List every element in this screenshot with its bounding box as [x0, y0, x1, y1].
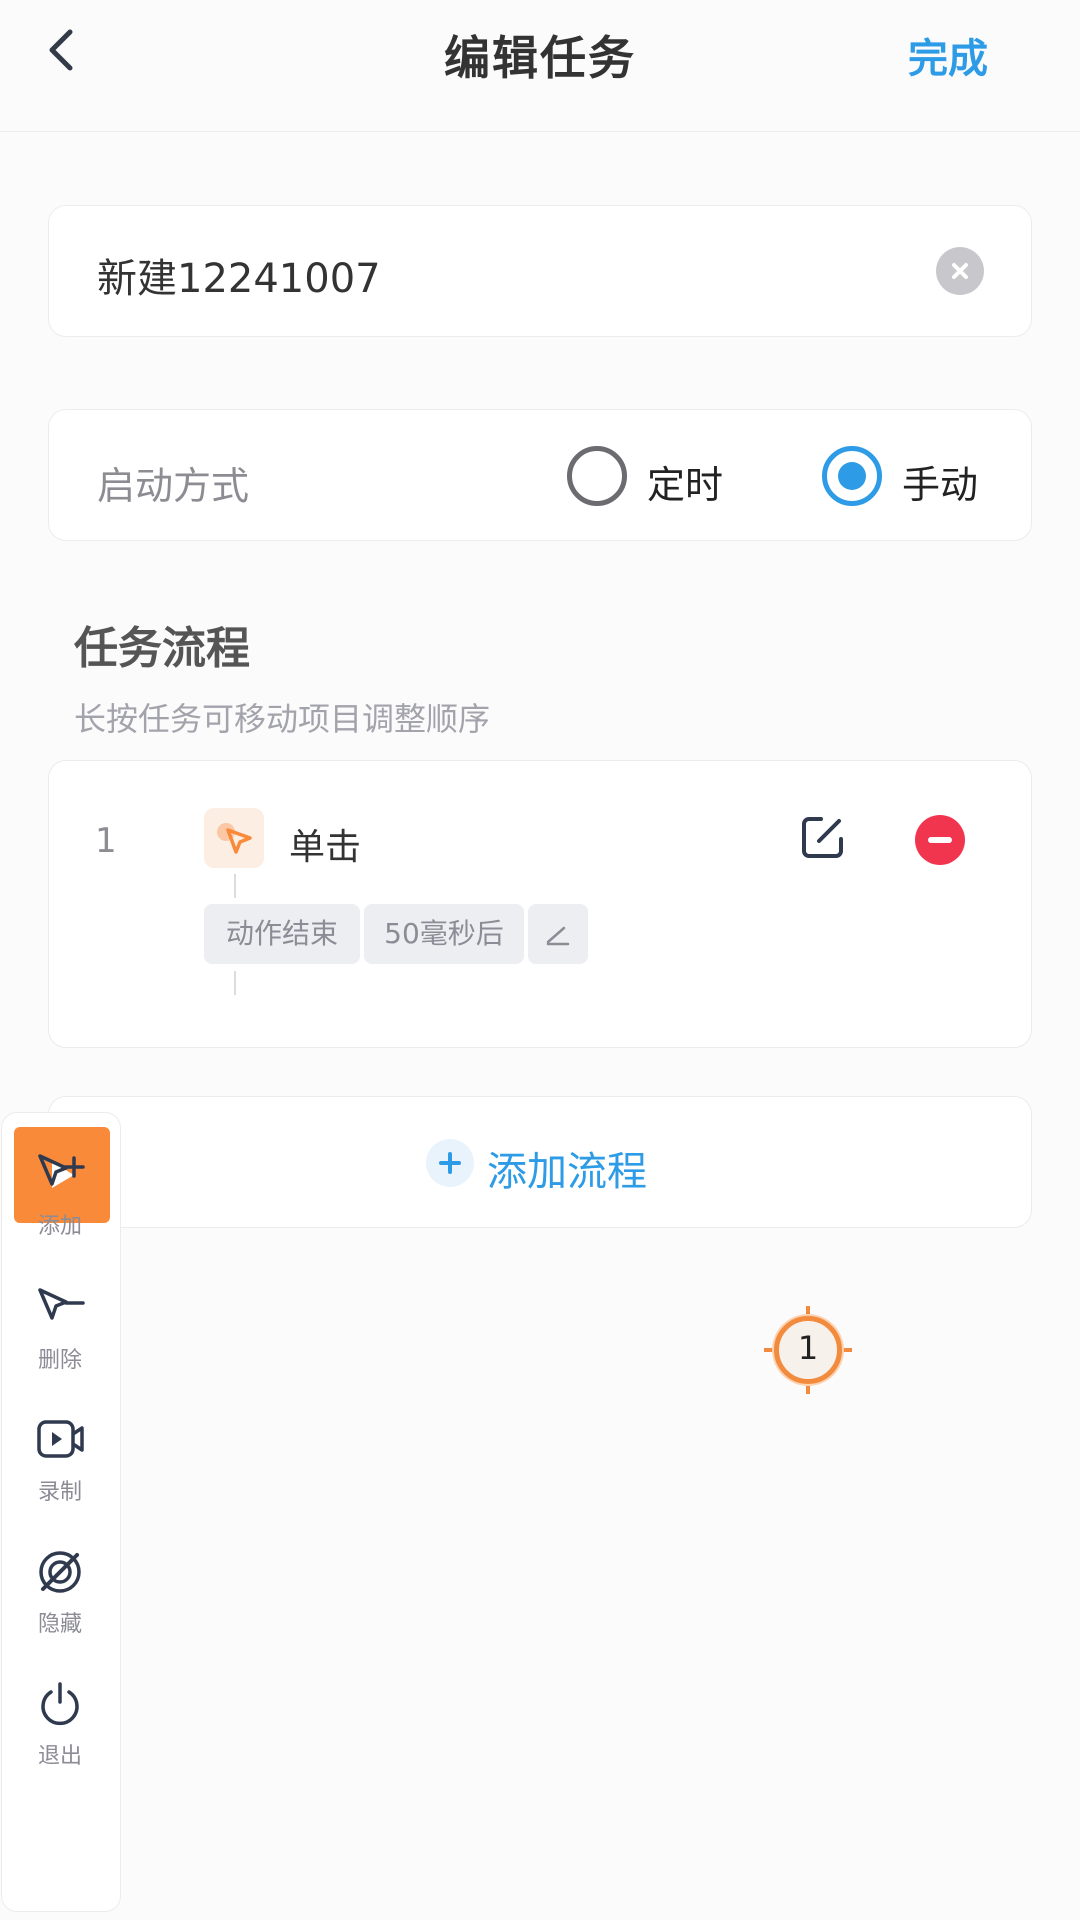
top-bar: 编辑任务 完成	[0, 0, 1080, 132]
connector-line	[234, 971, 236, 995]
target-number: 1	[797, 1329, 819, 1367]
flow-step-card[interactable]: 1 单击 动作结束 50毫秒后	[48, 760, 1032, 1048]
edit-timing-chip[interactable]	[528, 904, 588, 964]
toolbar-exit-button[interactable]: 退出	[0, 1680, 120, 1790]
radio-unchecked-icon	[567, 446, 627, 506]
toolbar-hide-button[interactable]: 隐藏	[0, 1548, 120, 1658]
toolbar-add-label: 添加	[37, 1214, 82, 1239]
remove-step-button[interactable]	[915, 815, 965, 865]
edit-step-button[interactable]	[799, 813, 847, 861]
end-condition-chip[interactable]: 动作结束	[204, 904, 360, 964]
launch-mode-label: 启动方式	[97, 464, 250, 508]
toolbar-hide-label: 隐藏	[37, 1612, 82, 1637]
radio-manual-label: 手动	[902, 463, 979, 507]
toolbar-add-button[interactable]: 添加	[0, 1150, 120, 1260]
toolbar-delete-button[interactable]: 删除	[0, 1284, 120, 1394]
pencil-icon	[546, 926, 570, 946]
step-action-name: 单击	[289, 827, 362, 868]
plus-icon	[426, 1139, 474, 1187]
radio-manual[interactable]: 手动	[822, 446, 992, 507]
add-flow-button[interactable]: 添加流程	[48, 1096, 1032, 1228]
toolbar-exit-label: 退出	[37, 1744, 82, 1769]
hide-icon	[39, 1551, 81, 1593]
toolbar-delete-label: 删除	[37, 1348, 82, 1373]
done-button[interactable]: 完成	[908, 26, 988, 84]
delay-chip[interactable]: 50毫秒后	[364, 904, 524, 964]
toolbar-record-label: 录制	[37, 1480, 82, 1505]
edit-icon	[802, 817, 843, 858]
radio-timer[interactable]: 定时	[567, 446, 737, 507]
task-name-input[interactable]: 新建12241007	[97, 246, 381, 304]
pointer-click-icon	[204, 808, 264, 868]
power-icon	[41, 1682, 79, 1726]
task-name-card: 新建12241007	[48, 205, 1032, 337]
edit-task-page: 编辑任务 完成 新建12241007 启动方式 定时 手动 任务流程 长按任务可…	[0, 0, 1080, 1920]
connector-line	[234, 874, 236, 898]
click-target-marker[interactable]: 1	[764, 1306, 852, 1394]
launch-mode-card: 启动方式 定时 手动	[48, 409, 1032, 541]
pointer-add-icon	[38, 1154, 85, 1186]
flow-section-hint: 长按任务可移动项目调整顺序	[74, 700, 491, 738]
radio-checked-icon	[822, 446, 882, 506]
step-index: 1	[95, 821, 117, 861]
clear-name-button[interactable]	[936, 247, 984, 295]
pointer-remove-icon	[38, 1288, 85, 1320]
flow-section-title: 任务流程	[74, 623, 250, 674]
record-icon	[37, 1420, 84, 1458]
close-icon	[952, 263, 968, 279]
toolbar-record-button[interactable]: 录制	[0, 1416, 120, 1526]
radio-timer-label: 定时	[647, 463, 724, 507]
add-flow-label: 添加流程	[487, 1149, 647, 1195]
